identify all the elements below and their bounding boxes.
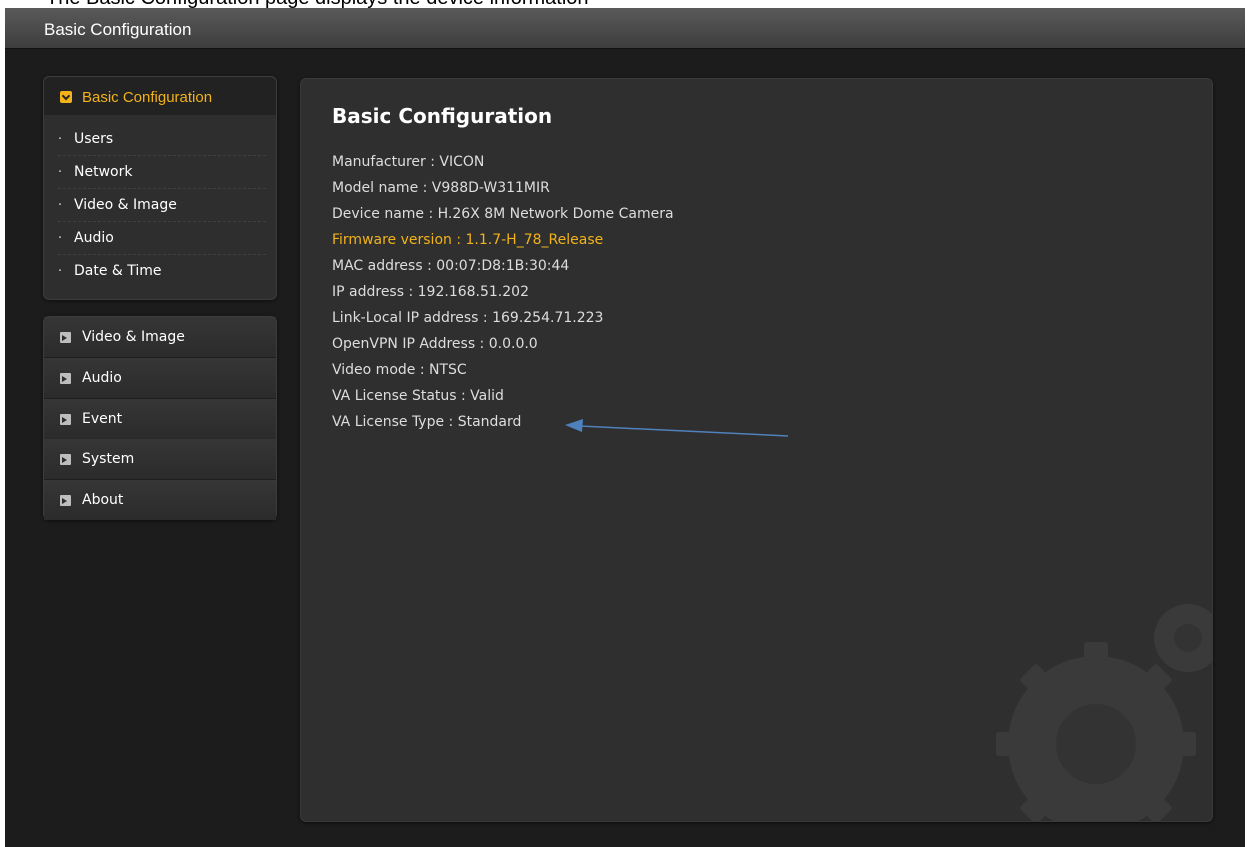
sidebar-section-event[interactable]: Event	[44, 399, 276, 440]
sidebar-section-label: About	[82, 492, 124, 508]
sidebar-item-label: Audio	[74, 230, 114, 246]
sidebar-item-label: Date & Time	[74, 263, 162, 279]
arrow-right-icon	[60, 414, 71, 425]
info-va-license-type: VA License Type : Standard	[332, 414, 522, 430]
sidebar-collapsed-sections: Video & Image Audio Event System About	[43, 316, 277, 520]
info-firmware-version: Firmware version : 1.1.7-H_78_Release	[332, 232, 604, 248]
sidebar-item-label: Users	[74, 131, 114, 147]
info-mac-address: MAC address : 00:07:D8:1B:30:44	[332, 258, 570, 274]
sidebar-item-label: Video & Image	[74, 197, 177, 213]
sidebar-section-label: Event	[82, 411, 123, 427]
document-caption: The Basic Configuration page displays th…	[46, 0, 589, 8]
info-link-local-ip: Link-Local IP address : 169.254.71.223	[332, 310, 604, 326]
sidebar-expanded-section: Basic Configuration · Users · Network · …	[43, 76, 277, 300]
info-device-name: Device name : H.26X 8M Network Dome Came…	[332, 206, 674, 222]
sidebar-section-basic-configuration[interactable]: Basic Configuration	[44, 77, 276, 115]
sidebar-section-label: System	[82, 451, 135, 467]
sidebar-section-video-image[interactable]: Video & Image	[44, 317, 276, 358]
sidebar-section-audio[interactable]: Audio	[44, 358, 276, 399]
info-openvpn-ip: OpenVPN IP Address : 0.0.0.0	[332, 336, 538, 352]
bullet-icon: ·	[58, 231, 63, 246]
gear-watermark-icon	[996, 604, 1212, 821]
sidebar-item-video-image[interactable]: · Video & Image	[58, 189, 266, 222]
app-window: Basic Configuration Basic Configuration …	[5, 8, 1245, 847]
window-title: Basic Configuration	[44, 20, 192, 39]
chevron-down-icon[interactable]	[60, 91, 72, 103]
arrow-right-icon	[60, 373, 71, 384]
info-va-license-status: VA License Status : Valid	[332, 388, 504, 404]
sidebar-section-label: Video & Image	[82, 329, 185, 345]
info-ip-address: IP address : 192.168.51.202	[332, 284, 529, 300]
page-title: Basic Configuration	[332, 104, 553, 128]
title-bar: Basic Configuration	[5, 8, 1245, 49]
sidebar-item-network[interactable]: · Network	[58, 156, 266, 189]
sidebar-item-label: Network	[74, 164, 133, 180]
arrow-right-icon	[60, 332, 71, 343]
arrow-right-icon	[60, 454, 71, 465]
sidebar-section-label: Basic Configuration	[82, 89, 213, 106]
arrow-right-icon	[60, 495, 71, 506]
sidebar-section-system[interactable]: System	[44, 439, 276, 480]
bullet-icon: ·	[58, 264, 63, 279]
main-panel: Basic Configuration Manufacturer : VICON…	[300, 78, 1213, 822]
sidebar-item-date-time[interactable]: · Date & Time	[58, 255, 266, 287]
info-manufacturer: Manufacturer : VICON	[332, 154, 485, 170]
bullet-icon: ·	[58, 198, 63, 213]
sidebar-section-label: Audio	[82, 370, 122, 386]
sidebar-section-about[interactable]: About	[44, 480, 276, 520]
bullet-icon: ·	[58, 132, 63, 147]
info-video-mode: Video mode : NTSC	[332, 362, 467, 378]
sidebar-item-audio[interactable]: · Audio	[58, 222, 266, 255]
bullet-icon: ·	[58, 165, 63, 180]
sidebar-item-users[interactable]: · Users	[58, 123, 266, 156]
info-model-name: Model name : V988D-W311MIR	[332, 180, 550, 196]
